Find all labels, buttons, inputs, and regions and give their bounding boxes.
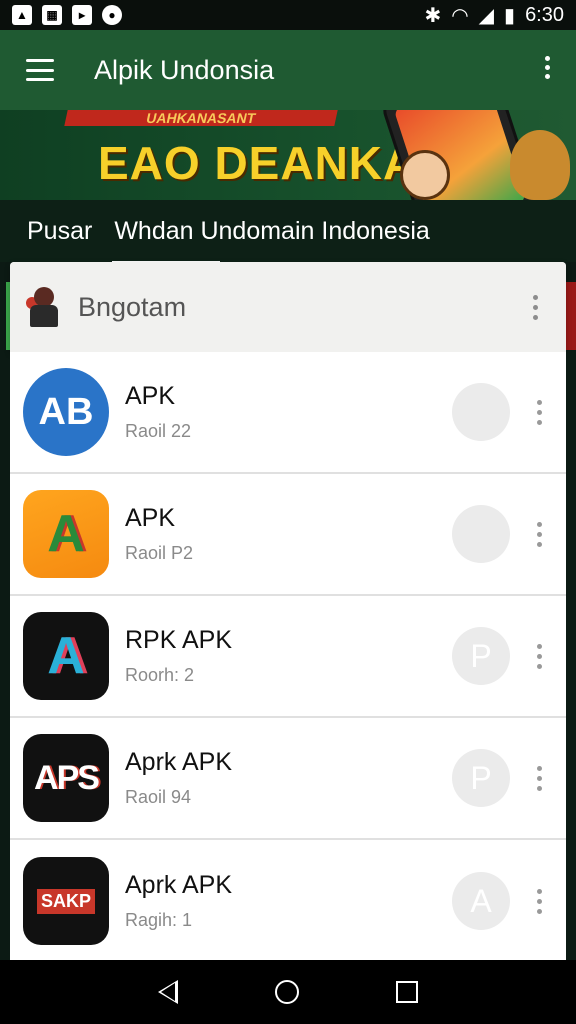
tab-pusar[interactable]: Pusar: [27, 217, 92, 246]
notification-icon: ▲: [12, 5, 32, 25]
header-more-icon[interactable]: [533, 294, 538, 320]
download-button[interactable]: [452, 383, 510, 441]
banner-ribbon: UAHKANASANT: [64, 110, 338, 126]
list-header[interactable]: Bngotam: [10, 262, 566, 352]
app-name: APK: [125, 382, 176, 410]
app-icon-sakp: SAKP: [23, 857, 109, 945]
home-icon[interactable]: [274, 980, 299, 1004]
play-icon: ▸: [72, 5, 92, 25]
app-subtitle: Raoil 22: [125, 421, 192, 441]
edge-accent-red: [566, 282, 576, 350]
promo-banner[interactable]: UAHKANASANT EAO DEANKA: [0, 110, 576, 200]
app-icon-ab: AB: [23, 368, 109, 456]
app-icon-a-orange: A: [23, 490, 109, 578]
download-button[interactable]: P: [452, 749, 510, 807]
list-header-label: Bngotam: [78, 291, 187, 322]
gallery-icon: ▦: [42, 5, 62, 25]
list-item[interactable]: A RPK APK Roorh: 2 P: [10, 596, 566, 718]
list-item[interactable]: SAKP Aprk APK Ragih: 1 A: [10, 840, 566, 962]
app-icon-aps: APS: [23, 734, 109, 822]
more-icon[interactable]: [537, 888, 542, 914]
more-icon[interactable]: [537, 765, 542, 791]
app-name: Aprk APK: [125, 871, 232, 899]
signal-icon: ◢: [478, 4, 495, 27]
recents-icon[interactable]: [395, 981, 418, 1003]
more-icon[interactable]: [537, 643, 542, 669]
list-item[interactable]: APS Aprk APK Raoil 94 P: [10, 718, 566, 840]
mascot-illustration: [510, 130, 570, 200]
person-icon: [26, 287, 62, 327]
wifi-icon: ◠: [451, 4, 469, 27]
circle-icon: ●: [102, 5, 122, 25]
list-item[interactable]: A APK Raoil P2: [10, 474, 566, 596]
app-icon-a-black: A: [23, 612, 109, 700]
battery-icon: ▮: [504, 4, 516, 27]
kid-illustration: [400, 150, 450, 200]
app-name: Aprk APK: [125, 748, 232, 776]
menu-icon[interactable]: [26, 59, 54, 81]
banner-headline: EAO DEANKA: [98, 137, 418, 189]
app-name: APK: [125, 504, 176, 532]
download-button[interactable]: A: [452, 872, 510, 930]
bluetooth-icon: ✱: [424, 4, 442, 27]
app-name: RPK APK: [125, 626, 232, 654]
app-subtitle: Raoil 94: [125, 787, 192, 807]
download-button[interactable]: P: [452, 627, 510, 685]
tabs-bar: Pusar Whdan Undomain Indonesia: [0, 200, 576, 264]
app-subtitle: Ragih: 1: [125, 910, 193, 930]
app-title: Alpik Undonsia: [94, 54, 275, 85]
more-icon[interactable]: [537, 399, 542, 425]
status-time: 6:30: [525, 3, 564, 26]
download-button[interactable]: [452, 505, 510, 563]
app-subtitle: Roorh: 2: [125, 665, 195, 685]
app-subtitle: Raoil P2: [125, 543, 194, 563]
list-item[interactable]: AB APK Raoil 22: [10, 352, 566, 474]
app-bar: Alpik Undonsia: [0, 30, 576, 110]
tab-whdan-undomain[interactable]: Whdan Undomain Indonesia: [112, 217, 430, 264]
back-icon[interactable]: [158, 980, 179, 1004]
overflow-menu-icon[interactable]: [545, 56, 550, 79]
more-icon[interactable]: [537, 521, 542, 547]
status-bar: ▲ ▦ ▸ ● ✱ ◠ ◢ ▮ 6:30: [0, 0, 576, 30]
system-nav-bar: [0, 960, 576, 1024]
